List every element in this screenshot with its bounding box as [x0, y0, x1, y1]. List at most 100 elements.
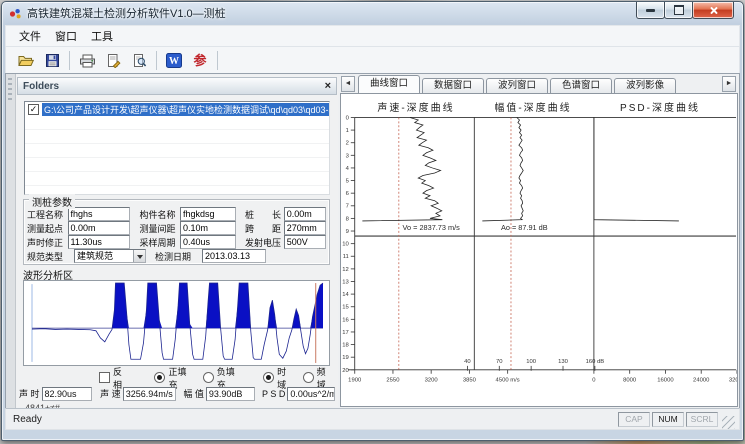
- param-field-start-point[interactable]: 0.00m: [68, 221, 131, 235]
- svg-text:4500 m/s: 4500 m/s: [496, 378, 520, 384]
- svg-text:4: 4: [346, 166, 350, 172]
- parameters-icon: 参: [193, 54, 206, 67]
- amplitude-annotation: Ao = 87.91 dB: [501, 223, 548, 232]
- window-controls: [637, 2, 734, 19]
- print-preview-button[interactable]: [126, 49, 152, 72]
- svg-text:W: W: [169, 56, 179, 67]
- param-label-interval: 测量间距: [139, 222, 180, 235]
- svg-text:2550: 2550: [386, 378, 400, 384]
- param-field-voltage[interactable]: 500V: [284, 235, 326, 249]
- tab-scroll-right-icon[interactable]: ►: [722, 76, 736, 92]
- svg-text:7: 7: [346, 204, 349, 210]
- toolbar: W 参: [5, 46, 740, 75]
- chevron-down-icon[interactable]: [133, 250, 145, 262]
- svg-text:1: 1: [346, 128, 349, 134]
- svg-text:18: 18: [342, 343, 349, 349]
- menu-tools[interactable]: 工具: [84, 26, 120, 46]
- toolbar-separator: [69, 51, 70, 70]
- parameter-settings-button[interactable]: 参: [187, 49, 213, 72]
- svg-text:5: 5: [346, 179, 350, 185]
- save-button[interactable]: [39, 49, 65, 72]
- svg-text:9: 9: [346, 229, 349, 235]
- param-field-sample-period[interactable]: 0.40us: [180, 235, 236, 249]
- caps-lock-indicator: CAP: [618, 412, 650, 427]
- param-field-interval[interactable]: 0.10m: [180, 221, 236, 235]
- close-button[interactable]: [692, 2, 734, 19]
- save-floppy-icon: [45, 53, 60, 68]
- svg-text:13: 13: [342, 279, 349, 285]
- num-lock-indicator: NUM: [652, 412, 684, 427]
- sonic-velocity-label: 声 速: [100, 387, 121, 400]
- status-message: Ready: [13, 414, 42, 425]
- folders-pane-header[interactable]: Folders ×: [17, 77, 337, 95]
- param-label-sample-period: 采样周期: [139, 236, 180, 249]
- tab-wavetrain-window[interactable]: 波列窗口: [486, 78, 548, 93]
- param-field-pile-length[interactable]: 0.00m: [284, 207, 326, 221]
- param-field-component[interactable]: fhgkdsg: [180, 207, 236, 221]
- app-icon: [9, 7, 22, 20]
- tab-scroll-left-icon[interactable]: ◄: [341, 76, 355, 92]
- svg-text:100: 100: [526, 359, 537, 365]
- folders-pane-title: Folders: [23, 81, 59, 92]
- param-field-span[interactable]: 270mm: [284, 221, 326, 235]
- sonic-time-field[interactable]: 82.90us: [42, 387, 93, 401]
- waveform-plot[interactable]: [23, 280, 330, 366]
- folder-checkbox[interactable]: ✓: [28, 104, 39, 115]
- psd-field[interactable]: 0.00us^2/m: [287, 387, 335, 401]
- resize-grip[interactable]: [722, 416, 735, 429]
- depth-curves-panel[interactable]: 声速-深度曲线 幅值-深度曲线 PSD-深度曲线 012345678910111…: [340, 93, 738, 407]
- param-label-component: 构件名称: [139, 208, 180, 221]
- sonic-velocity-field[interactable]: 3256.94m/s: [123, 387, 177, 401]
- svg-text:2: 2: [346, 141, 349, 147]
- pile-params-title: 测桩参数: [29, 194, 75, 209]
- word-report-button[interactable]: W: [161, 49, 187, 72]
- menu-file[interactable]: 文件: [12, 26, 48, 46]
- open-file-button[interactable]: [13, 49, 39, 72]
- param-label-test-date: 检测日期: [155, 250, 202, 263]
- svg-text:8: 8: [346, 216, 349, 222]
- param-field-test-date[interactable]: 2013.03.13: [202, 249, 266, 263]
- svg-text:14: 14: [342, 292, 349, 298]
- svg-text:3850: 3850: [463, 378, 477, 384]
- word-icon: W: [166, 53, 182, 68]
- tab-spectrum-window[interactable]: 色谱窗口: [550, 78, 612, 93]
- tab-curve-window[interactable]: 曲线窗口: [358, 75, 420, 93]
- param-field-time-correction[interactable]: 11.30us: [68, 235, 131, 249]
- sonic-time-label: 声 时: [19, 387, 40, 400]
- standard-type-combobox[interactable]: 建筑规范: [74, 249, 146, 263]
- svg-text:0: 0: [592, 378, 596, 384]
- menu-window[interactable]: 窗口: [48, 26, 84, 46]
- title-bar[interactable]: 高铁建筑混凝土检测分析软件V1.0—测桩: [2, 2, 743, 24]
- close-icon: [709, 6, 718, 15]
- toolbar-separator: [156, 51, 157, 70]
- psd-label: P S D: [262, 389, 285, 399]
- tab-data-window[interactable]: 数据窗口: [422, 78, 484, 93]
- main-area: Folders × ✓ G:\公司产品设计开发\超声仪器\超声仪实地检测数据调试…: [5, 73, 740, 409]
- svg-text:160 dB: 160 dB: [586, 359, 605, 365]
- svg-text:8000: 8000: [623, 378, 637, 384]
- svg-text:12: 12: [342, 267, 349, 273]
- print-button[interactable]: [74, 49, 100, 72]
- minimize-button[interactable]: [636, 2, 665, 19]
- param-label-span: 跨 距: [245, 222, 284, 235]
- empty-list-row: [25, 172, 329, 186]
- empty-list-row: [25, 116, 329, 130]
- svg-text:1900: 1900: [348, 378, 362, 384]
- svg-text:20: 20: [342, 368, 349, 374]
- export-report-button[interactable]: [100, 49, 126, 72]
- scroll-lock-indicator: SCRL: [686, 412, 718, 427]
- dock-gripper[interactable]: [6, 74, 16, 408]
- open-folder-icon: [17, 53, 35, 68]
- param-field-project[interactable]: fhghs: [68, 207, 131, 221]
- svg-text:15: 15: [342, 305, 349, 311]
- amplitude-field[interactable]: 93.90dB: [206, 387, 255, 401]
- maximize-button[interactable]: [664, 2, 693, 19]
- folder-list-item[interactable]: ✓ G:\公司产品设计开发\超声仪器\超声仪实地检测数据调试\qd\qd03\q…: [25, 102, 329, 116]
- radio-icon: [203, 372, 214, 383]
- maximize-icon: [674, 5, 684, 15]
- velocity-annotation: Vo = 2837.73 m/s: [403, 223, 461, 232]
- menu-bar: 文件 窗口 工具: [5, 25, 740, 47]
- param-label-project: 工程名称: [27, 208, 68, 221]
- folders-close-button[interactable]: ×: [325, 81, 331, 91]
- tab-wavetrain-image[interactable]: 波列影像: [614, 78, 676, 93]
